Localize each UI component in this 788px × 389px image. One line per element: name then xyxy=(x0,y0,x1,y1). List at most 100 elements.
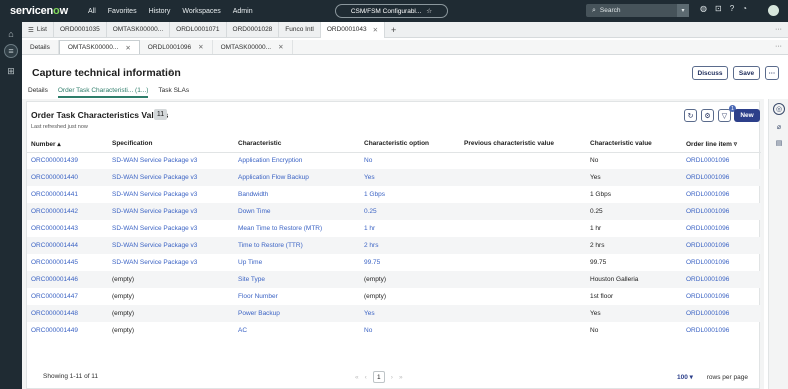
search-input[interactable]: Search xyxy=(600,7,621,14)
column-header-order-line-item[interactable]: Order line item ▿ xyxy=(686,136,761,153)
menu-all[interactable]: All xyxy=(88,8,96,15)
column-header-characteristic-option[interactable]: Characteristic option xyxy=(364,136,464,153)
star-icon[interactable]: ☆ xyxy=(426,7,432,15)
cell-link[interactable]: ORC000001440 xyxy=(31,174,78,181)
menu-history[interactable]: History xyxy=(149,8,171,15)
cell-link[interactable]: No xyxy=(364,327,372,334)
cell-link[interactable]: ORDL0001096 xyxy=(686,327,729,334)
tag-icon[interactable]: ⊘ xyxy=(168,68,174,76)
cell-link[interactable]: No xyxy=(364,157,372,164)
cell-link[interactable]: SD-WAN Service Package v3 xyxy=(112,208,197,215)
cell-link[interactable]: SD-WAN Service Package v3 xyxy=(112,242,197,249)
table-row[interactable]: ORC000001444 SD-WAN Service Package v3 Tim… xyxy=(27,237,761,254)
tab-ord0001043[interactable]: ORD0001043 ✕ xyxy=(320,21,386,38)
subtab-omtask-active[interactable]: OMTASK00000... ✕ xyxy=(58,40,140,54)
column-header-characteristic[interactable]: Characteristic xyxy=(238,136,364,153)
cell-link[interactable]: 1 hr xyxy=(364,225,375,232)
cell-link[interactable]: ORC000001445 xyxy=(31,259,78,266)
subtab-omtask-2[interactable]: OMTASK00000... ✕ xyxy=(213,40,293,54)
close-icon[interactable]: ✕ xyxy=(278,43,283,51)
global-search[interactable]: ⌕ Search ▾ xyxy=(586,4,689,17)
table-row[interactable]: ORC000001439 SD-WAN Service Package v3 App… xyxy=(27,152,761,169)
cell-link[interactable]: Power Backup xyxy=(238,310,280,317)
help-icon[interactable]: ? xyxy=(730,4,734,13)
menu-favorites[interactable]: Favorites xyxy=(108,8,137,15)
table-row[interactable]: ORC000001442 SD-WAN Service Package v3 Dow… xyxy=(27,203,761,220)
cell-link[interactable]: ORC000001444 xyxy=(31,242,78,249)
column-header-characteristic-value[interactable]: Characteristic value xyxy=(590,136,686,153)
tab-funco-intl[interactable]: Funco Intl xyxy=(279,21,321,38)
table-row[interactable]: ORC000001447 (empty) Floor Number (empty) 1s… xyxy=(27,288,761,305)
close-icon[interactable]: ✕ xyxy=(125,44,130,52)
cell-link[interactable]: ORC000001449 xyxy=(31,327,78,334)
cell-link[interactable]: ORDL0001096 xyxy=(686,293,729,300)
cell-link[interactable]: 0.25 xyxy=(364,208,377,215)
previous-page-icon[interactable]: ‹ xyxy=(365,374,367,381)
cell-link[interactable]: ORC000001439 xyxy=(31,157,78,164)
cell-link[interactable]: SD-WAN Service Package v3 xyxy=(112,174,197,181)
cell-link[interactable]: ORC000001446 xyxy=(31,276,78,283)
next-page-icon[interactable]: › xyxy=(391,374,393,381)
tab-details[interactable]: Details xyxy=(28,87,48,98)
tab-ordl0001071[interactable]: ORDL0001071 xyxy=(170,21,227,38)
table-row[interactable]: ORC000001441 SD-WAN Service Package v3 Ban… xyxy=(27,186,761,203)
cell-link[interactable]: ORC000001448 xyxy=(31,310,78,317)
cell-link[interactable]: SD-WAN Service Package v3 xyxy=(112,157,197,164)
cell-link[interactable]: ORDL0001096 xyxy=(686,225,729,232)
cell-link[interactable]: ORC000001441 xyxy=(31,191,78,198)
agent-assist-icon[interactable]: ◎ xyxy=(773,103,785,115)
cell-link[interactable]: 1 Gbps xyxy=(364,191,385,198)
cell-link[interactable]: ORDL0001096 xyxy=(686,276,729,283)
tab-task-slas[interactable]: Task SLAs xyxy=(158,87,189,98)
cell-link[interactable]: Bandwidth xyxy=(238,191,268,198)
new-button[interactable]: New xyxy=(734,109,760,122)
cell-link[interactable]: ORC000001447 xyxy=(31,293,78,300)
tab-omtask[interactable]: OMTASK00000... xyxy=(107,21,171,38)
subtab-ordl0001096[interactable]: ORDL0001096 ✕ xyxy=(140,40,213,54)
user-avatar[interactable] xyxy=(768,5,779,16)
table-row[interactable]: ORC000001440 SD-WAN Service Package v3 App… xyxy=(27,169,761,186)
first-page-icon[interactable]: « xyxy=(355,374,359,381)
close-icon[interactable]: ✕ xyxy=(198,43,203,51)
table-row[interactable]: ORC000001443 SD-WAN Service Package v3 Mea… xyxy=(27,220,761,237)
tab-ord0001028[interactable]: ORD0001028 xyxy=(227,21,280,38)
chat-icon[interactable]: ⊡ xyxy=(715,4,722,13)
cell-link[interactable]: ORC000001442 xyxy=(31,208,78,215)
home-icon[interactable]: ⌂ xyxy=(4,27,18,41)
cell-link[interactable]: Yes xyxy=(364,174,375,181)
table-row[interactable]: ORC000001448 (empty) Power Backup Yes Yes ORD… xyxy=(27,305,761,322)
globe-icon[interactable]: ◍ xyxy=(700,4,707,13)
discuss-button[interactable]: Discuss xyxy=(692,66,728,80)
chevron-down-icon[interactable]: ▾ xyxy=(677,4,689,17)
cell-link[interactable]: 2 hrs xyxy=(364,242,378,249)
cell-link[interactable]: ORDL0001096 xyxy=(686,174,729,181)
cell-link[interactable]: Application Encryption xyxy=(238,157,302,164)
document-icon[interactable]: ▤ xyxy=(773,137,785,149)
cell-link[interactable]: Floor Number xyxy=(238,293,278,300)
add-tab-icon[interactable]: + xyxy=(391,25,396,35)
settings-button[interactable]: ⚙ xyxy=(701,109,714,122)
more-icon[interactable]: ··· xyxy=(775,26,782,33)
cell-link[interactable]: Time to Restore (TTR) xyxy=(238,242,303,249)
menu-workspaces[interactable]: Workspaces xyxy=(182,8,220,15)
close-icon[interactable]: ✕ xyxy=(373,26,378,34)
cell-link[interactable]: Site Type xyxy=(238,276,265,283)
tab-order-task-characteristics[interactable]: Order Task Characteristi... (1...) xyxy=(57,87,149,98)
cell-link[interactable]: SD-WAN Service Package v3 xyxy=(112,191,197,198)
more-actions-button[interactable]: ··· xyxy=(765,66,779,80)
cell-link[interactable]: Application Flow Backup xyxy=(238,174,309,181)
column-header-previous-value[interactable]: Previous characteristic value xyxy=(464,136,590,153)
cell-link[interactable]: ORC000001443 xyxy=(31,225,78,232)
cell-link[interactable]: ORDL0001096 xyxy=(686,208,729,215)
cell-link[interactable]: ORDL0001096 xyxy=(686,259,729,266)
attachment-icon[interactable]: ⌀ xyxy=(773,121,785,133)
menu-admin[interactable]: Admin xyxy=(233,8,253,15)
cell-link[interactable]: SD-WAN Service Package v3 xyxy=(112,259,197,266)
workspace-context-pill[interactable]: CSM/FSM Configurabl... ☆ xyxy=(335,4,448,18)
list-icon[interactable]: ≡ xyxy=(4,44,18,58)
cell-link[interactable]: SD-WAN Service Package v3 xyxy=(112,225,197,232)
last-page-icon[interactable]: » xyxy=(399,374,403,381)
tab-ord0001035[interactable]: ORD0001035 xyxy=(54,21,107,38)
refresh-button[interactable]: ↻ xyxy=(684,109,697,122)
cell-link[interactable]: Up Time xyxy=(238,259,262,266)
